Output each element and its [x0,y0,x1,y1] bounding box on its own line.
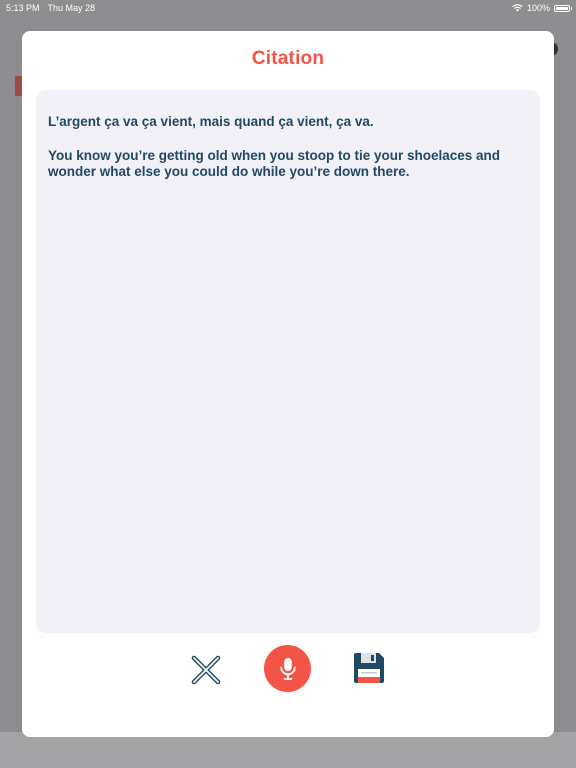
close-button[interactable] [188,652,224,688]
modal-title: Citation [251,48,325,69]
microphone-button[interactable] [264,645,311,692]
modal-toolbar [22,645,554,693]
battery-percent: 100% [526,3,550,13]
quote-text: L’argent ça va ça vient, mais quand ça v… [48,114,374,129]
save-button[interactable] [352,651,386,685]
quote-text: You know you’re getting old when you sto… [48,147,501,180]
citation-modal: Citation L’argent ça va ça vient, mais q… [22,31,554,737]
battery-icon [554,4,572,12]
status-time: 5:13 PM [6,3,40,13]
microphone-icon [279,657,296,680]
citation-text-area[interactable]: L’argent ça va ça vient, mais quand ça v… [36,90,540,633]
floppy-disk-icon [354,653,384,683]
close-icon [191,655,221,685]
background-title-mark [15,76,22,96]
wifi-icon [512,4,523,12]
status-right: 100% [512,3,572,13]
status-left: 5:13 PM Thu May 28 [6,3,95,13]
background-bottom-bar [0,732,576,768]
status-date: Thu May 28 [47,3,96,13]
battery-level [556,6,568,10]
status-bar: 5:13 PM Thu May 28 100% [0,0,576,16]
